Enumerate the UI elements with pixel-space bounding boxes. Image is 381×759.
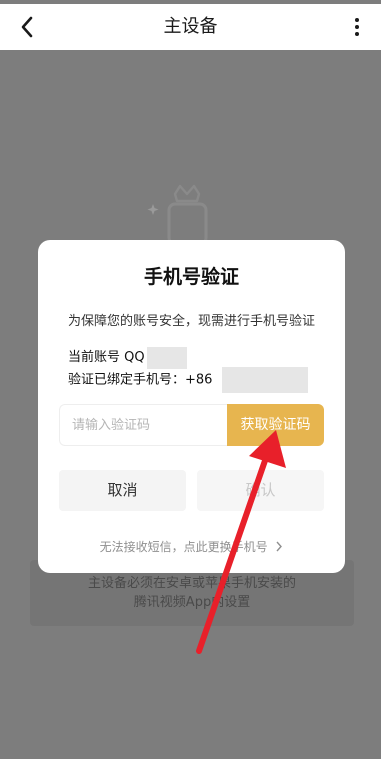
phone-mask (222, 367, 309, 393)
change-phone-link[interactable]: 无法接收短信，点此更换手机号 (38, 538, 345, 555)
get-code-button[interactable]: 获取验证码 (227, 404, 324, 446)
account-mask (146, 346, 187, 369)
background-note-line1: 主设备必须在安卓或苹果手机安装的 (87, 576, 296, 591)
phone-label: 验证已绑定手机号：+86 (68, 372, 213, 388)
phone-verification-dialog: 手机号验证 为保障您的账号安全，现需进行手机号验证 当前账号 QQ 验证已绑定手… (38, 240, 345, 573)
code-row: 获取验证码 (59, 404, 324, 446)
background-note-line2: 腾讯视频App内设置 (133, 595, 251, 610)
dialog-title: 手机号验证 (143, 266, 239, 288)
account-label: 当前账号 QQ (68, 350, 145, 365)
cancel-button[interactable]: 取消 (59, 470, 186, 511)
account-line: 当前账号 QQ (68, 346, 187, 369)
change-phone-text: 无法接收短信，点此更换手机号 (99, 540, 268, 554)
verification-code-input[interactable] (59, 404, 229, 446)
vip-crown-icon (147, 184, 208, 242)
app-header: 主设备 (0, 4, 381, 50)
chevron-right-icon (276, 541, 283, 552)
confirm-button[interactable]: 确认 (197, 470, 324, 511)
page-title: 主设备 (163, 16, 218, 37)
more-options-button[interactable] (345, 12, 369, 42)
phone-line: 验证已绑定手机号：+86 (68, 367, 309, 393)
more-vertical-icon (355, 18, 359, 22)
dialog-description: 为保障您的账号安全，现需进行手机号验证 (67, 314, 315, 329)
